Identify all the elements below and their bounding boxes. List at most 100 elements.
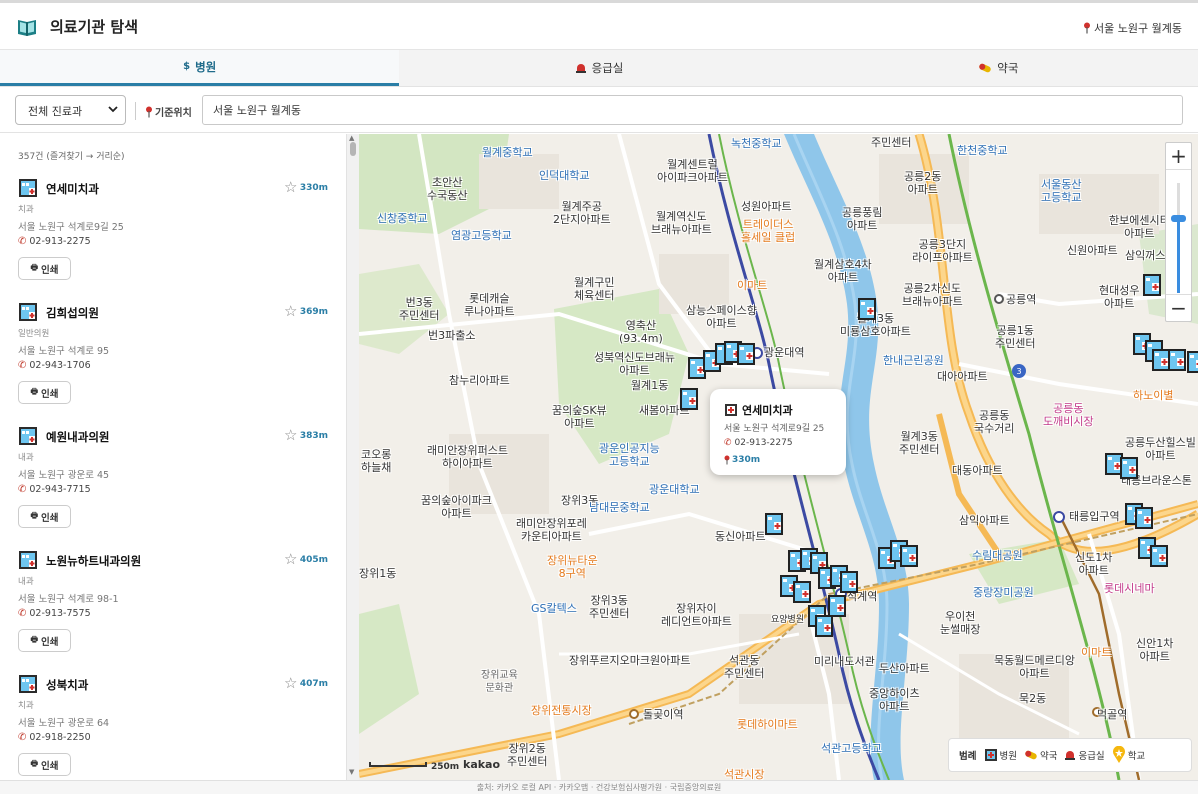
hospital-marker-icon[interactable] — [736, 342, 756, 366]
hospital-marker-icon[interactable] — [1167, 348, 1187, 372]
map-label: 트레이더스 홀세일 클럽 — [741, 218, 796, 244]
department-select[interactable]: 전체 진료과 — [15, 95, 126, 125]
printer-icon: 🖶 — [30, 262, 39, 272]
map-label: 월계구민 체육센터 — [574, 276, 615, 302]
print-button[interactable]: 🖶 인쇄 — [18, 505, 71, 528]
legend-hospital-label: 병원 — [999, 751, 1017, 762]
place-popup[interactable]: 연세미치과 서울 노원구 석계로9길 25 ✆ 02-913-2275 330m — [710, 389, 846, 475]
map-label: 공릉동 도깨비시장 — [1043, 402, 1094, 428]
map-label: 장위전통시장 — [531, 704, 592, 717]
map-label: 꿈의숲SK뷰 아파트 — [552, 404, 607, 430]
popup-title: 연세미치과 — [724, 402, 793, 418]
list-item-phone-text: 02-918-2250 — [29, 732, 91, 743]
favorite-star-icon[interactable]: ☆ — [284, 550, 297, 568]
scale-bar — [369, 762, 427, 767]
zoom-handle[interactable] — [1171, 215, 1186, 222]
list-item-address: 서울 노원구 석계로 95 — [18, 346, 110, 357]
favorite-star-icon[interactable]: ☆ — [284, 674, 297, 692]
map-label: 묵동월드메르디앙 아파트 — [994, 654, 1075, 680]
map-label: 참누리아파트 — [449, 374, 510, 387]
base-location-input[interactable] — [202, 95, 1183, 125]
hospital-marker-icon[interactable] — [899, 544, 919, 568]
map-label: 장위3동 주민센터 — [589, 594, 630, 620]
map-label: 공릉2차신도 브래뉴아파트 — [902, 282, 963, 308]
map-label: 롯데하이마트 — [737, 718, 798, 731]
hospital-marker-icon[interactable] — [1134, 506, 1154, 530]
map-label: 두산아파트 — [879, 662, 930, 675]
scroll-thumb[interactable] — [350, 142, 356, 156]
map-label: 월계3동 주민센터 — [899, 430, 940, 456]
map-label: 신도1차 아파트 — [1075, 551, 1113, 577]
map-label: 남대문중학교 — [589, 501, 650, 514]
phone-icon: ✆ — [18, 360, 27, 371]
tab-hospital[interactable]: $ 병원 — [0, 50, 400, 86]
map-label: 주민센터 — [871, 136, 912, 149]
scroll-down-arrow-icon[interactable]: ▼ — [349, 768, 354, 776]
list-item[interactable]: 김희섭의원 ☆ 369m 일반의원 서울 노원구 석계로 95 ✆ 02-943-1706 🖶… — [18, 302, 330, 412]
list-item[interactable]: 예원내과의원 ☆ 383m 내과 서울 노원구 광운로 45 ✆ 02-943-7715 🖶 인… — [18, 426, 330, 536]
hospital-marker-icon[interactable] — [857, 297, 877, 321]
print-button[interactable]: 🖶 인쇄 — [18, 381, 71, 404]
list-item-phone: ✆ 02-943-1706 — [18, 360, 91, 371]
list-item-address: 서울 노원구 광운로 64 — [18, 718, 110, 729]
list-item[interactable]: 노원뉴하트내과의원 ☆ 405m 내과 서울 노원구 석계로 98-1 ✆ 02-913-7… — [18, 550, 330, 660]
map-label: 삼익꺼스 — [1125, 249, 1166, 262]
map-label: 녹천중학교 — [731, 137, 782, 150]
favorite-star-icon[interactable]: ☆ — [284, 302, 297, 320]
map-view[interactable]: 3 녹천중학교 주민센터 한천중학교 월계중학교 인덕대학교 월계센트럴 아이파크아파트 초… — [359, 134, 1198, 780]
printer-icon: 🖶 — [30, 386, 39, 396]
legend-title: 범례 — [959, 751, 977, 762]
map-label: 꿈의숲아이파크 아파트 — [421, 494, 492, 520]
hospital-marker-icon[interactable] — [1142, 273, 1162, 297]
map-label: 영축산 (93.4m) — [619, 319, 663, 345]
map-label: 월계중학교 — [482, 146, 533, 159]
siren-icon — [575, 64, 586, 73]
list-item-address: 서울 노원구 광운로 45 — [18, 470, 110, 481]
map-label: 장위뉴타운 8구역 — [547, 554, 598, 580]
map-label: 래미안장위퍼스트 하이아파트 — [427, 444, 508, 470]
map-label: 돌곶이역 — [643, 708, 684, 721]
result-count: 357건 (즐겨찾기 → 거리순) — [18, 152, 125, 162]
attribution-footer: 출처: 카카오 로컬 API · 카카오맵 · 건강보험심사평가원 · 국립중앙… — [0, 780, 1198, 794]
list-item-phone-text: 02-943-1706 — [29, 360, 91, 371]
hospital-marker-icon[interactable] — [792, 580, 812, 604]
list-item-category: 내과 — [18, 577, 34, 587]
hospital-marker-icon[interactable] — [1149, 544, 1169, 568]
list-item-phone-text: 02-943-7715 — [29, 484, 91, 495]
list-scrollbar[interactable]: ▲ ▼ — [346, 134, 359, 780]
favorite-star-icon[interactable]: ☆ — [284, 426, 297, 444]
favorite-star-icon[interactable]: ☆ — [284, 178, 297, 196]
zoom-control: + − — [1165, 142, 1192, 322]
map-label: 우이천 눈썰매장 — [940, 610, 981, 636]
zoom-in-button[interactable]: + — [1166, 143, 1191, 170]
map-label: 장위1동 — [359, 567, 397, 580]
legend-school-label: 학교 — [1127, 751, 1146, 762]
hospital-marker-icon[interactable] — [679, 387, 699, 411]
print-button-label: 인쇄 — [41, 636, 59, 648]
hospital-building-icon — [19, 675, 37, 693]
map-label: 월계역신도 브래뉴아파트 — [651, 210, 712, 236]
print-button-label: 인쇄 — [41, 264, 59, 276]
map-label: 석관고등학교 — [821, 742, 882, 755]
list-item-distance: 330m — [299, 183, 328, 193]
pin-icon — [146, 106, 152, 117]
list-item[interactable]: 성북치과 ☆ 407m 치과 서울 노원구 광운로 64 ✆ 02-918-2250 🖶 인쇄 — [18, 674, 330, 780]
zoom-out-button[interactable]: − — [1166, 294, 1191, 321]
hospital-marker-icon[interactable] — [839, 570, 859, 594]
map-label: 월계센트럴 아이파크아파트 — [657, 158, 728, 184]
hospital-marker-icon[interactable] — [1119, 456, 1139, 480]
print-button[interactable]: 🖶 인쇄 — [18, 753, 71, 776]
tab-emergency[interactable]: 응급실 — [399, 50, 799, 86]
list-item[interactable]: 연세미치과 ☆ 330m 치과 서울 노원구 석계로9길 25 ✆ 02-913-2275 🖶… — [18, 178, 330, 288]
print-button[interactable]: 🖶 인쇄 — [18, 257, 71, 280]
scroll-up-arrow-icon[interactable]: ▲ — [349, 134, 354, 142]
tab-pharmacy[interactable]: 약국 — [798, 50, 1198, 86]
legend-hospital: 병원 — [985, 748, 1017, 762]
map-label: 롯데시네마 — [1104, 582, 1155, 595]
hospital-marker-icon[interactable] — [1186, 350, 1198, 374]
map-label: 초안산 수국동산 — [427, 176, 468, 202]
list-item-category: 치과 — [18, 205, 34, 215]
hospital-marker-icon[interactable] — [814, 614, 834, 638]
print-button[interactable]: 🖶 인쇄 — [18, 629, 71, 652]
hospital-marker-icon[interactable] — [764, 512, 784, 536]
